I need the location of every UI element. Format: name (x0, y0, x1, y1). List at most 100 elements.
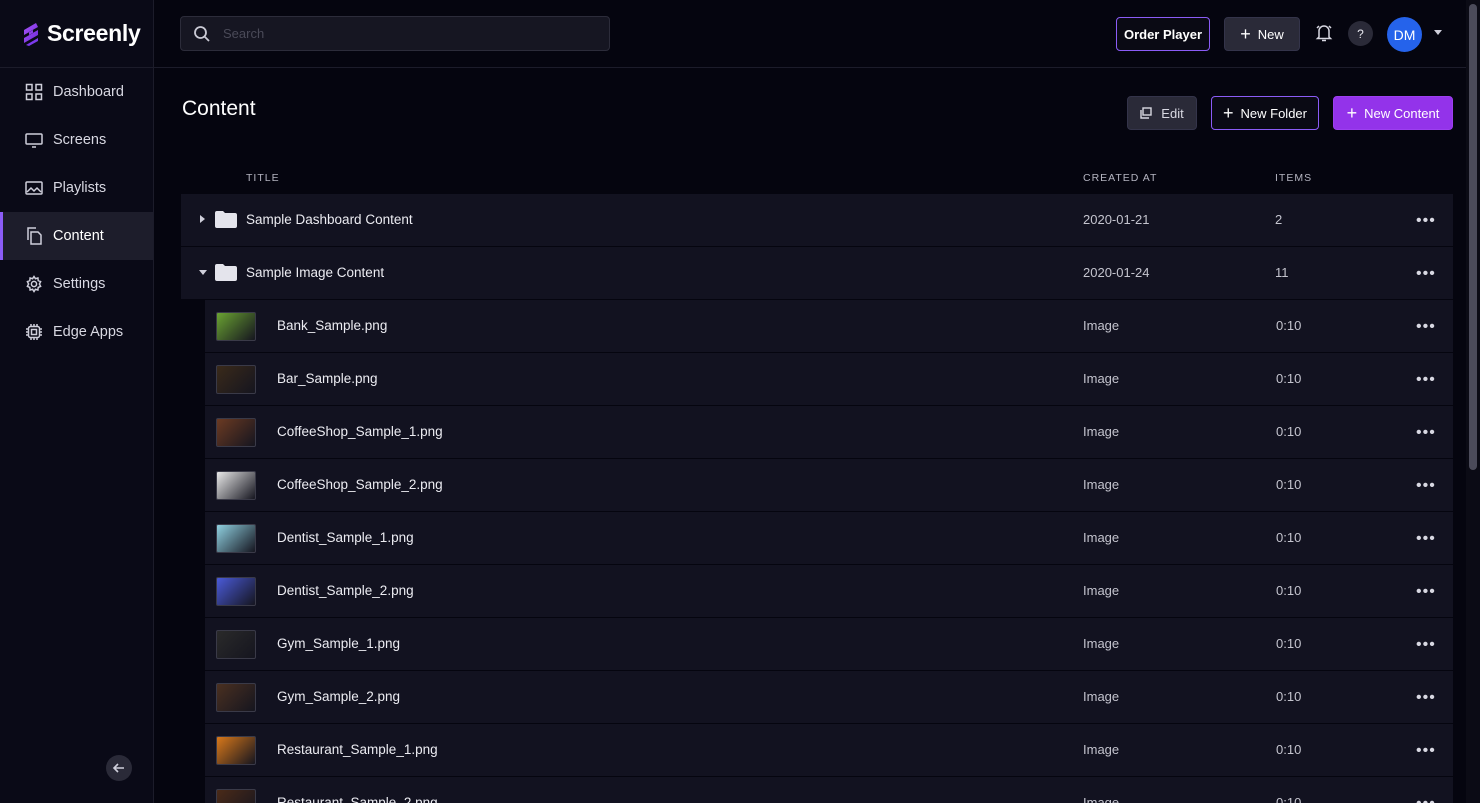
sidebar-item-label: Edge Apps (53, 324, 124, 340)
more-options-icon[interactable]: ••• (1416, 583, 1436, 601)
row-duration: 0:10 (1276, 424, 1302, 439)
brand-logo[interactable]: Screenly (0, 0, 153, 68)
arrow-left-icon (112, 763, 124, 773)
more-options-icon[interactable]: ••• (1416, 212, 1436, 230)
chevron-down-icon[interactable] (1434, 30, 1442, 35)
file-row[interactable]: CoffeeShop_Sample_2.png Image 0:10 ••• (205, 459, 1453, 511)
row-duration: 0:10 (1276, 477, 1302, 492)
row-type: Image (1083, 477, 1120, 492)
row-type: Image (1083, 583, 1120, 598)
copy-icon (27, 227, 42, 245)
sidebar-item-settings[interactable]: Settings (0, 260, 153, 308)
folder-icon (215, 264, 237, 281)
file-row[interactable]: Dentist_Sample_2.png Image 0:10 ••• (205, 565, 1453, 617)
thumbnail-image (216, 683, 256, 712)
collapse-caret-icon[interactable] (199, 270, 207, 275)
sidebar-item-content[interactable]: Content (0, 212, 153, 260)
sidebar-item-playlists[interactable]: Playlists (0, 164, 153, 212)
expand-caret-icon[interactable] (200, 215, 205, 223)
row-title: CoffeeShop_Sample_2.png (277, 477, 443, 492)
screenly-logo-icon (24, 22, 38, 46)
row-type: Image (1083, 371, 1120, 386)
edit-button-label: Edit (1161, 105, 1184, 121)
new-folder-button[interactable]: + New Folder (1211, 96, 1319, 130)
folder-row[interactable]: Sample Image Content 2020-01-24 11 ••• (181, 247, 1453, 299)
row-title: CoffeeShop_Sample_1.png (277, 424, 443, 439)
folder-icon (215, 211, 237, 228)
new-content-button[interactable]: + New Content (1333, 96, 1453, 130)
folder-row[interactable]: Sample Dashboard Content 2020-01-21 2 ••… (181, 194, 1453, 246)
collapse-sidebar-button[interactable] (106, 755, 132, 781)
edit-button[interactable]: Edit (1127, 96, 1197, 130)
sidebar-item-screens[interactable]: Screens (0, 116, 153, 164)
row-created: 2020-01-24 (1083, 265, 1150, 280)
plus-icon: + (1346, 103, 1358, 123)
row-duration: 0:10 (1276, 318, 1302, 333)
edit-icon (1140, 107, 1152, 119)
sidebar-item-label: Playlists (53, 180, 107, 196)
file-row[interactable]: Dentist_Sample_1.png Image 0:10 ••• (205, 512, 1453, 564)
more-options-icon[interactable]: ••• (1416, 636, 1436, 654)
user-avatar[interactable]: DM (1387, 17, 1422, 52)
sidebar-item-dashboard[interactable]: Dashboard (0, 68, 153, 116)
scrollbar-thumb[interactable] (1469, 4, 1477, 470)
row-type: Image (1083, 636, 1120, 651)
row-title: Sample Dashboard Content (246, 212, 413, 227)
file-row[interactable]: Bar_Sample.png Image 0:10 ••• (205, 353, 1453, 405)
file-row[interactable]: Gym_Sample_1.png Image 0:10 ••• (205, 618, 1453, 670)
search-input[interactable] (223, 26, 603, 41)
row-title: Sample Image Content (246, 265, 385, 280)
more-options-icon[interactable]: ••• (1416, 689, 1436, 707)
notifications-button[interactable] (1314, 23, 1334, 43)
page-scrollbar[interactable] (1466, 0, 1480, 803)
grid-icon (25, 83, 43, 101)
thumbnail-image (216, 577, 256, 606)
more-options-icon[interactable]: ••• (1416, 318, 1436, 336)
new-content-label: New Content (1364, 105, 1440, 121)
file-row[interactable]: Bank_Sample.png Image 0:10 ••• (205, 300, 1453, 352)
search-icon (194, 25, 210, 42)
content-table: TITLE CREATED AT ITEMS Sample Dashboard … (181, 164, 1453, 803)
file-row[interactable]: Restaurant_Sample_2.png Image 0:10 ••• (205, 777, 1453, 803)
column-title: TITLE (246, 172, 280, 184)
row-items: 11 (1275, 265, 1289, 280)
row-type: Image (1083, 424, 1120, 439)
more-options-icon[interactable]: ••• (1416, 795, 1436, 803)
more-options-icon[interactable]: ••• (1416, 742, 1436, 760)
row-duration: 0:10 (1276, 583, 1302, 598)
row-type: Image (1083, 689, 1120, 704)
row-title: Bank_Sample.png (277, 318, 388, 333)
more-options-icon[interactable]: ••• (1416, 477, 1436, 495)
new-button[interactable]: + New (1224, 17, 1300, 51)
file-row[interactable]: Gym_Sample_2.png Image 0:10 ••• (205, 671, 1453, 723)
sidebar-item-label: Content (53, 228, 104, 244)
thumbnail-image (216, 312, 256, 341)
sidebar: Screenly Dashboard Screens Playlists Con… (0, 0, 154, 803)
sidebar-nav: Dashboard Screens Playlists Content Sett… (0, 68, 153, 356)
top-header: Order Player + New ? DM (154, 0, 1466, 68)
row-items: 2 (1275, 212, 1283, 227)
more-options-icon[interactable]: ••• (1416, 424, 1436, 442)
new-folder-label: New Folder (1240, 105, 1307, 121)
order-player-button[interactable]: Order Player (1116, 17, 1210, 51)
thumbnail-image (216, 736, 256, 765)
row-title: Dentist_Sample_1.png (277, 530, 414, 545)
plus-icon: + (1223, 103, 1234, 123)
thumbnail-image (216, 365, 256, 394)
row-duration: 0:10 (1276, 795, 1302, 803)
gear-icon (26, 275, 42, 293)
help-button[interactable]: ? (1348, 21, 1373, 46)
more-options-icon[interactable]: ••• (1416, 371, 1436, 389)
more-options-icon[interactable]: ••• (1416, 265, 1436, 283)
plus-icon: + (1240, 24, 1251, 44)
file-row[interactable]: CoffeeShop_Sample_1.png Image 0:10 ••• (205, 406, 1453, 458)
more-options-icon[interactable]: ••• (1416, 530, 1436, 548)
thumbnail-image (216, 630, 256, 659)
new-button-label: New (1257, 26, 1284, 42)
row-duration: 0:10 (1276, 530, 1302, 545)
search-bar[interactable] (180, 16, 610, 51)
sidebar-item-edge-apps[interactable]: Edge Apps (0, 308, 153, 356)
sidebar-item-label: Screens (53, 132, 107, 148)
row-duration: 0:10 (1276, 636, 1302, 651)
file-row[interactable]: Restaurant_Sample_1.png Image 0:10 ••• (205, 724, 1453, 776)
